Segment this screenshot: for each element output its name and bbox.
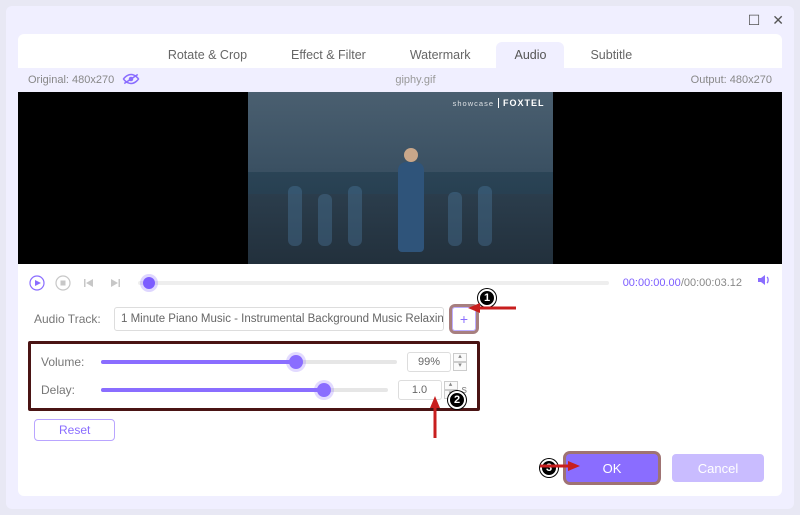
sliders-group: Volume: 99% ▴▾ Delay: 1.0 ▴▾	[28, 341, 480, 411]
timeline-slider[interactable]	[138, 281, 609, 285]
time-current: 00:00:00.00	[623, 277, 681, 289]
window-close-icon[interactable]: ✕	[772, 12, 784, 29]
tab-bar: Rotate & Crop Effect & Filter Watermark …	[18, 34, 782, 68]
delay-label: Delay:	[41, 383, 101, 397]
audio-track-label: Audio Track:	[34, 312, 114, 326]
file-name: giphy.gif	[140, 74, 690, 86]
original-dimensions: Original: 480x270	[28, 74, 114, 86]
annotation-arrow-2	[428, 396, 442, 438]
timecode: 00:00:00.00/00:00:03.12	[623, 277, 742, 289]
tab-rotate-crop[interactable]: Rotate & Crop	[150, 42, 265, 68]
app-window: ☐ ✕ Rotate & Crop Effect & Filter Waterm…	[6, 6, 794, 509]
tab-subtitle[interactable]: Subtitle	[572, 42, 650, 68]
preview-frame: showcaseFOXTEL	[248, 92, 553, 264]
audio-panel: Audio Track: 1 Minute Piano Music - Inst…	[18, 297, 782, 441]
time-duration: 00:00:03.12	[684, 277, 742, 289]
video-preview: showcaseFOXTEL	[18, 92, 782, 264]
volume-slider[interactable]	[101, 360, 397, 364]
preview-visibility-icon[interactable]	[122, 72, 140, 89]
delay-slider[interactable]	[101, 388, 388, 392]
titlebar: ☐ ✕	[6, 6, 794, 34]
prev-frame-icon[interactable]	[80, 274, 98, 292]
reset-button[interactable]: Reset	[34, 419, 115, 441]
preview-watermark: showcaseFOXTEL	[453, 98, 545, 108]
volume-icon[interactable]	[756, 272, 772, 293]
volume-stepper[interactable]: ▴▾	[453, 353, 467, 371]
volume-label: Volume:	[41, 355, 101, 369]
stop-icon[interactable]	[54, 274, 72, 292]
annotation-badge-2: 2	[448, 391, 466, 409]
audio-track-select[interactable]: 1 Minute Piano Music - Instrumental Back…	[114, 307, 444, 331]
tab-audio[interactable]: Audio	[496, 42, 564, 68]
footer-buttons: 3 OK Cancel	[540, 454, 764, 482]
player-controls: 00:00:00.00/00:00:03.12	[18, 264, 782, 297]
output-dimensions: Output: 480x270	[691, 74, 772, 86]
info-bar: Original: 480x270 giphy.gif Output: 480x…	[18, 68, 782, 92]
tab-effect-filter[interactable]: Effect & Filter	[273, 42, 384, 68]
play-icon[interactable]	[28, 274, 46, 292]
annotation-arrow-3	[540, 459, 580, 478]
audio-track-value: 1 Minute Piano Music - Instrumental Back…	[121, 313, 444, 325]
cancel-button[interactable]: Cancel	[672, 454, 764, 482]
tab-watermark[interactable]: Watermark	[392, 42, 489, 68]
annotation-arrow-1	[468, 301, 516, 315]
window-maximize-icon[interactable]: ☐	[748, 12, 761, 29]
volume-value: 99%	[407, 352, 451, 372]
next-frame-icon[interactable]	[106, 274, 124, 292]
content-area: Rotate & Crop Effect & Filter Watermark …	[18, 34, 782, 496]
